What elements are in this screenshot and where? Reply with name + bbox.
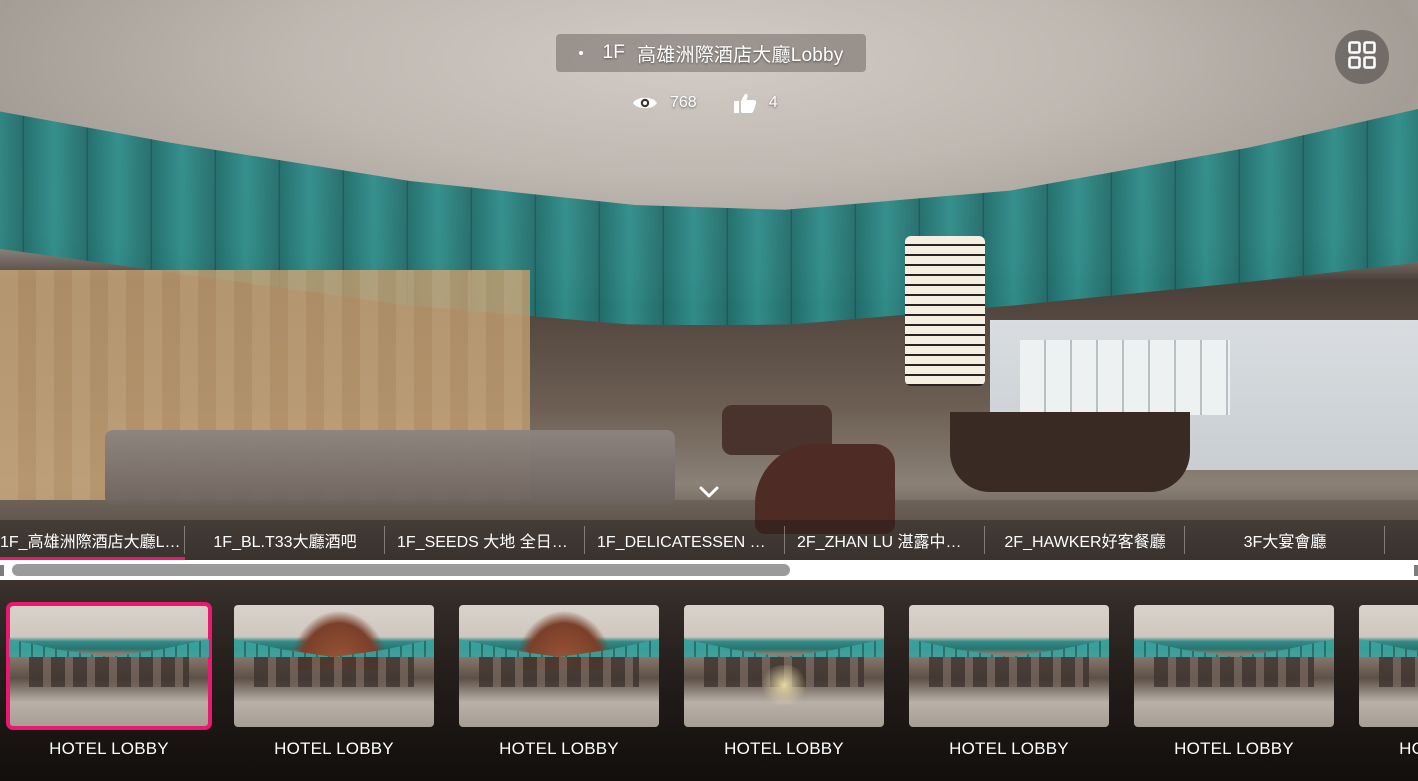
window: [1020, 340, 1230, 415]
thumbnail-image: [909, 605, 1109, 727]
title-dot: [578, 51, 583, 55]
tab-seeds[interactable]: 1F_SEEDS 大地 全日餐廳: [385, 520, 585, 560]
tab-lobby[interactable]: 1F_高雄洲際酒店大廳Lobby: [0, 520, 185, 560]
thumbnail-item[interactable]: HOTEL LOBBY: [1134, 605, 1334, 759]
views-stat: 768: [632, 94, 697, 112]
tab-bar[interactable]: 1F_BL.T33大廳酒吧: [185, 520, 385, 560]
scroll-left-arrow[interactable]: [0, 565, 4, 576]
thumbnail-item[interactable]: HOTEL LOBBY: [459, 605, 659, 759]
chevron-down-icon[interactable]: [697, 484, 721, 502]
thumbnail-image: [234, 605, 434, 727]
tab-delicatessen[interactable]: 1F_DELICATESSEN 熟食舖: [585, 520, 785, 560]
scene-title: 1F 高雄洲際酒店大廳Lobby: [556, 34, 866, 72]
thumbnail-image: [6, 602, 212, 730]
tab-label: 2F_HAWKER好客餐廳: [1004, 534, 1166, 551]
thumbs-up-icon[interactable]: [733, 92, 757, 114]
thumbnail-caption: HOTEL LOBBY: [949, 739, 1069, 758]
scroll-thumb[interactable]: [12, 564, 790, 576]
thumbnail-image: [1359, 605, 1418, 727]
thumbnail-caption: HOTEL LOBBY: [724, 739, 844, 758]
tabs-scrollbar[interactable]: [0, 560, 1418, 580]
scene-tabs: 1F_高雄洲際酒店大廳Lobby 1F_BL.T33大廳酒吧 1F_SEEDS …: [0, 520, 1418, 560]
tab-label: 3F大宴會廳: [1243, 534, 1327, 551]
scene-stats: 768 4: [632, 92, 778, 114]
tab-hawker[interactable]: 2F_HAWKER好客餐廳: [985, 520, 1185, 560]
thumbnail-item[interactable]: HOTEL LOBBY: [684, 605, 884, 759]
thumbnail-caption: HOTEL LOBBY: [1174, 739, 1294, 758]
tab-label: 1F_DELICATESSEN 熟食舖: [597, 534, 773, 551]
tab-zhan-lu[interactable]: 2F_ZHAN LU 湛露中餐廳: [785, 520, 985, 560]
thumbnail-image: [459, 605, 659, 727]
tab-banquet[interactable]: 3F大宴會廳: [1185, 520, 1385, 560]
thumbnail-item[interactable]: HOTEL LOBBY: [6, 602, 212, 759]
tab-label: 2F_ZHAN LU 湛露中餐廳: [797, 534, 973, 551]
bar-counter: [950, 412, 1190, 492]
eye-icon: [632, 95, 658, 111]
views-count: 768: [670, 94, 697, 111]
scroll-right-arrow[interactable]: [1414, 565, 1418, 576]
thumbnail-item[interactable]: HOTEL LOBBY: [1359, 605, 1418, 759]
thumbnail-caption: HOTEL LOBBY: [1399, 739, 1418, 758]
tab-label: 1F_SEEDS 大地 全日餐廳: [397, 534, 573, 551]
thumbnail-caption: HOTEL LOBBY: [274, 739, 394, 758]
thumbnail-image: [684, 605, 884, 727]
tab-label: 1F_BL.T33大廳酒吧: [213, 534, 357, 551]
floor-code: 1F: [602, 42, 626, 63]
lantern-chandelier: [905, 236, 985, 386]
thumbnail-strip: HOTEL LOBBY HOTEL LOBBY HOTEL LOBBY HOTE…: [0, 580, 1418, 781]
thumbnail-caption: HOTEL LOBBY: [49, 739, 169, 758]
likes-count: 4: [768, 94, 778, 111]
tab-label: 1F_高雄洲際酒店大廳Lobby: [0, 534, 185, 551]
thumbnail-item[interactable]: HOTEL LOBBY: [234, 605, 434, 759]
grid-view-button[interactable]: [1335, 30, 1389, 84]
thumbnail-image: [1134, 605, 1334, 727]
thumbnail-caption: HOTEL LOBBY: [499, 739, 619, 758]
thumbnail-item[interactable]: HOTEL LOBBY: [909, 605, 1109, 759]
likes-stat[interactable]: 4: [733, 92, 778, 114]
lounge-sofa: [105, 430, 675, 505]
scene-name: 高雄洲際酒店大廳Lobby: [637, 44, 844, 66]
grid-icon: [1348, 40, 1376, 74]
